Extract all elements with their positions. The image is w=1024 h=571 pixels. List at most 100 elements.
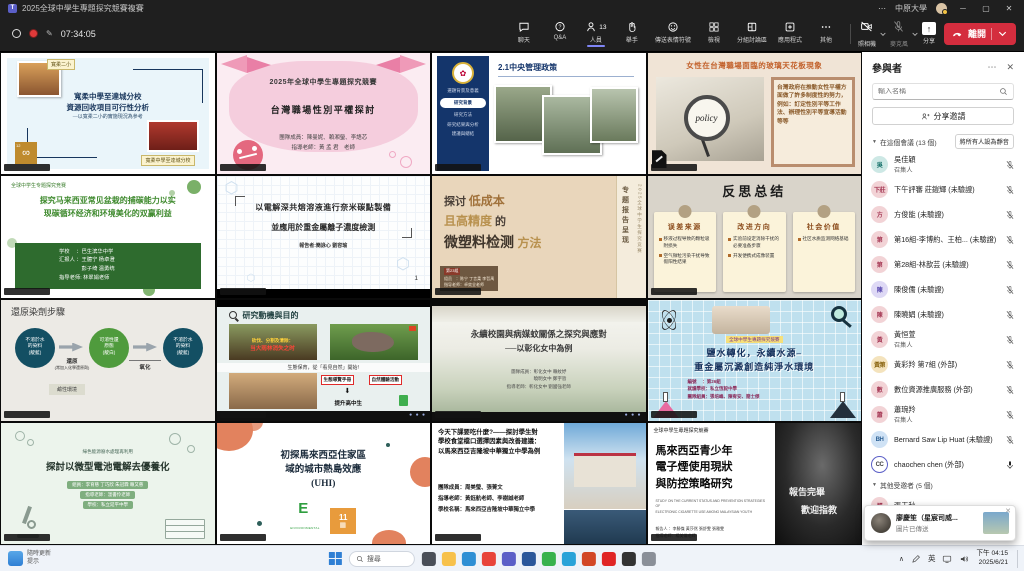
slide-tile-13[interactable]: 綠色能源廢水處理再利用 探討以微型電池電解去優養化 組員：李育慈 丁巧欣 朱冠霖… (1, 423, 215, 544)
mic-status-icon[interactable] (1005, 160, 1015, 170)
section-collapse-icon[interactable]: ▼ (872, 139, 877, 145)
participant-row[interactable]: 吳 吳佳穎 召集人 (871, 152, 1015, 177)
toolbar-item-rooms[interactable]: 分組討論區 (733, 20, 771, 44)
participant-row[interactable]: 數 數位資源推廣服務 (外部) (871, 377, 1015, 402)
panel-close-icon[interactable]: ✕ (1006, 62, 1014, 73)
toolbar-item-apps[interactable]: 應用程式 (773, 20, 807, 44)
avatar: 陳 (871, 306, 888, 323)
toolbar-item-people[interactable]: 13 人員 (579, 20, 613, 47)
taskbar-app-file-explorer[interactable] (442, 552, 456, 566)
share-button[interactable]: ↑ 分享 (922, 22, 936, 45)
taskbar-app-obs[interactable] (622, 552, 636, 566)
taskbar-app-edge[interactable] (462, 552, 476, 566)
participant-row[interactable]: 陳 陳曉娟 (未驗證) (871, 302, 1015, 327)
slide-tile-9[interactable]: 還原染劑步驟 不溶於水的染料(靛藍) 可溶性還原態(靛白) 不溶於水的染料(靛藍… (1, 300, 215, 421)
mic-status-icon[interactable] (1005, 285, 1015, 295)
mic-status-icon[interactable] (1005, 385, 1015, 395)
mic-status-icon[interactable] (1005, 360, 1015, 370)
toolbar-item-emoji[interactable]: 傳送表情符號 (651, 20, 695, 44)
slide-tile-6[interactable]: ⬡ ⬡ ⬡ 以電解深共熔溶液進行奈米碳點製備 並應用於重金屬離子濃度檢測 報告者… (217, 176, 431, 297)
slide-tile-5[interactable]: 全球中学生专题探究竞赛 探究马来西亚常见盆栽的捕碳能力以实现碳循环经济和环境美化… (1, 176, 215, 297)
slide-tile-8[interactable]: 反思总结 误差来源 移液过程导致的颗粒吸附损失 空气微粒污染干扰导致假阳性结果 … (648, 176, 862, 297)
mic-status-icon[interactable] (1005, 310, 1015, 320)
mic-status-icon[interactable] (1005, 185, 1015, 195)
participant-row[interactable]: 第 第16組-李博約、王柏... (未驗證) (871, 227, 1015, 252)
slide-tile-15[interactable]: 今天下課要吃什麼?——探討學生對學校食堂檔口選擇因素與改善建議：以馬來西亞吉隆坡… (432, 423, 646, 544)
taskbar-app-task-view[interactable] (422, 552, 436, 566)
presenter-name-label (220, 411, 266, 418)
slide-tile-14[interactable]: 初探馬來西亞住家區域的城市熱島效應(UHI) EENVIRONMENTAL 11… (217, 423, 431, 544)
camera-chevron-icon[interactable] (879, 30, 887, 38)
leave-button[interactable]: 離開 (944, 23, 1016, 45)
toolbar-item-hand[interactable]: 舉手 (615, 20, 649, 44)
toolbar-item-chat[interactable]: 聊天 (507, 20, 541, 44)
stop-recording-icon[interactable] (12, 29, 21, 38)
taskbar-app-youtube[interactable] (602, 552, 616, 566)
mic-status-icon[interactable] (1005, 210, 1015, 220)
mic-chevron-icon[interactable] (911, 30, 919, 38)
participant-row[interactable]: 黃 黃恒萱 召集人 (871, 327, 1015, 352)
account-avatar[interactable] (936, 3, 947, 14)
mic-status-icon[interactable] (1005, 435, 1015, 445)
slide-tile-7[interactable]: 专题报告呈现 2025全球中学生探究竞赛 探讨 低成本 且高精度 的 微塑料检测… (432, 176, 646, 297)
taskbar-app-settings[interactable] (642, 552, 656, 566)
taskbar-app-powerpoint[interactable] (582, 552, 596, 566)
mic-status-icon[interactable] (1005, 410, 1015, 420)
slide-tile-10[interactable]: 研究動機與目的 砍伐、分割及清除：当大雨林消失之时 生態保育，從「看見自然」開始… (217, 300, 431, 421)
participant-row[interactable]: 下莊 下午評審 莊鎧輝 (未驗證) (871, 177, 1015, 202)
speaker-icon[interactable] (959, 554, 969, 564)
leave-chevron-icon[interactable] (997, 28, 1008, 39)
mic-status-icon[interactable] (1005, 235, 1015, 245)
mic-status-icon[interactable] (1005, 335, 1015, 345)
participant-row[interactable]: 方 方俊能 (未驗證) (871, 202, 1015, 227)
slide-tile-4[interactable]: 女性在台灣職場面臨的玻璃天花板現象 policy 台灣政府在推動女性平權方面做了… (648, 53, 862, 174)
search-input[interactable] (878, 88, 999, 95)
toolbar-item-qa[interactable]: Q&A (543, 20, 577, 41)
annotate-icon[interactable]: ✎ (46, 29, 53, 38)
taskbar-app-teams[interactable] (502, 552, 516, 566)
tray-chevron-icon[interactable]: ∧ (899, 555, 904, 563)
participant-row[interactable]: 第 第28組-林歆芸 (未驗證) (871, 252, 1015, 277)
minimize-button[interactable]: ─ (956, 4, 970, 13)
section-collapse-icon[interactable]: ▼ (872, 482, 877, 488)
taskbar-search[interactable]: 搜尋 (349, 551, 415, 567)
mute-all-button[interactable]: 將所有人設為靜音 (955, 134, 1015, 149)
toolbar-item-view[interactable]: 檢視 (697, 20, 731, 44)
participant-search[interactable] (872, 83, 1014, 100)
chat-notification-toast[interactable]: 廖慶笙（星宸司威... 圖片已傳送 ✕ (864, 505, 1016, 541)
taskbar-app-mail[interactable] (562, 552, 576, 566)
toast-close-icon[interactable]: ✕ (1005, 507, 1011, 515)
slide-tile-1[interactable]: 寬柔二小 寬柔中學至達城分校資源回收項目可行性分析 —以寬柔二小的實施現況為參考… (1, 53, 215, 174)
start-button[interactable] (329, 552, 342, 565)
slide-tile-2[interactable]: 2025年全球中學生專題探究競賽 台灣職場性別平權探討 團隊成員：陳曼妮、賴湘螢… (217, 53, 431, 174)
share-invite-button[interactable]: 分享邀請 (872, 107, 1014, 125)
ime-pen-icon[interactable] (911, 554, 921, 564)
mic-status-icon[interactable] (1005, 260, 1015, 270)
participant-row[interactable]: CC chaochen chen (外部) (871, 452, 1015, 477)
maximize-button[interactable]: ▢ (979, 4, 993, 13)
mic-off-icon (892, 20, 905, 33)
slide-tile-3[interactable]: ✿ 選題背景及意義 研究背景 研究方法 研究結果與分析 建議與總結 2.1中央管… (432, 53, 646, 174)
slide-tile-16[interactable]: 全球中學生專題探究競賽 馬來西亞青少年電子煙使用現狀與防控策略研究 STUDY … (648, 423, 862, 544)
taskbar-app-line[interactable] (542, 552, 556, 566)
widgets-button[interactable]: 隨時更新 提示 (0, 551, 59, 567)
slide-tile-12[interactable]: 全球中學生專題探究競賽 鹽水轉化，永續水源– 重金屬沉澱創造純淨水環境 編號 ：… (648, 300, 862, 421)
taskbar-app-chrome[interactable] (482, 552, 496, 566)
mic-button[interactable]: 麥克風 (890, 20, 908, 48)
camera-button[interactable]: 照相機 (858, 20, 876, 48)
titlebar-more-icon[interactable]: ⋯ (878, 4, 886, 13)
taskbar-app-word[interactable] (522, 552, 536, 566)
slide-tile-11[interactable]: 永續校園與病媒蚊關係之探究與應對 ──以彰化女中為例 團隊成員：彰化女中 賴紋妤… (432, 300, 646, 421)
taskbar-clock[interactable]: 下午 04:15 2025/6/21 (976, 550, 1008, 568)
cast-screen-icon[interactable] (942, 554, 952, 564)
participant-row[interactable]: 黃第 黃彩羚 第7組 (外部) (871, 352, 1015, 377)
show-desktop-strip[interactable] (1017, 550, 1019, 568)
participant-row[interactable]: BH Bernard Saw Lip Huat (未驗證) (871, 427, 1015, 452)
toolbar-item-more[interactable]: 其他 (809, 20, 843, 44)
participant-row[interactable]: 陳 陳俊儒 (未驗證) (871, 277, 1015, 302)
close-button[interactable]: ✕ (1002, 4, 1016, 13)
ime-language[interactable]: 英 (928, 553, 936, 564)
panel-more-icon[interactable]: ⋯ (987, 62, 996, 73)
mic-status-icon[interactable] (1005, 460, 1015, 470)
participant-row[interactable]: 蕭 蕭琬羚 召集人 (871, 402, 1015, 427)
